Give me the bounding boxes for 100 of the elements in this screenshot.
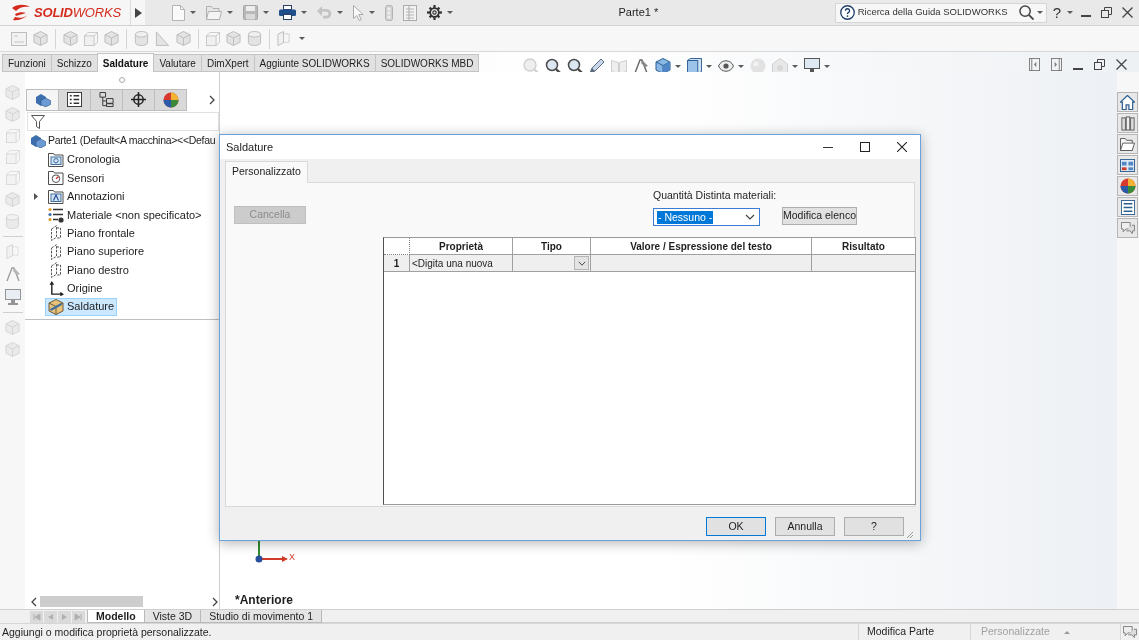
task-pane-tab[interactable] — [1117, 155, 1138, 175]
search-icon[interactable] — [1018, 5, 1034, 20]
scrollbar-thumb[interactable] — [40, 596, 143, 607]
magnifier-icon[interactable] — [567, 58, 583, 74]
panel-tab[interactable] — [58, 88, 91, 111]
dialog-button[interactable]: OK — [706, 517, 766, 536]
column-header[interactable]: Risultato — [812, 238, 916, 255]
tree-item[interactable]: Piano superiore — [45, 242, 148, 261]
task-pane-tab[interactable] — [1117, 218, 1138, 238]
dialog-button[interactable]: ? — [844, 517, 904, 536]
panel-tab[interactable] — [90, 88, 123, 111]
caret-icon[interactable] — [337, 11, 343, 14]
tree-item[interactable]: Piano destro — [45, 260, 132, 279]
tree-item[interactable]: Origine — [45, 279, 106, 298]
task-pane-tab[interactable] — [1117, 113, 1138, 133]
chevron-right-icon[interactable] — [209, 94, 215, 105]
tree-item[interactable]: Cronologia — [45, 150, 124, 169]
save-icon[interactable] — [243, 5, 258, 20]
grip-icon[interactable] — [119, 77, 125, 83]
compass-icon[interactable] — [4, 266, 21, 282]
table-cell[interactable] — [591, 255, 812, 272]
caret-icon[interactable] — [190, 11, 196, 14]
task-pane-tab[interactable] — [1117, 176, 1138, 196]
close-icon[interactable] — [1122, 7, 1133, 18]
caret-icon[interactable] — [824, 64, 830, 68]
tile-right-icon[interactable] — [1051, 58, 1062, 71]
caret-icon[interactable] — [301, 11, 307, 14]
restore-icon[interactable] — [1101, 7, 1112, 18]
panel-tab[interactable] — [154, 88, 187, 111]
task-pane-tab[interactable] — [1117, 197, 1138, 217]
caret-icon[interactable] — [738, 64, 744, 68]
document-list-icon[interactable] — [403, 4, 417, 21]
minimize-icon[interactable] — [1081, 14, 1091, 17]
compass-icon[interactable] — [633, 58, 649, 74]
type-dropdown[interactable] — [513, 255, 591, 272]
tree-item[interactable]: Sensori — [45, 168, 108, 187]
tree-item[interactable]: Materiale <non specificato> — [45, 205, 205, 224]
dialog-button[interactable]: Annulla — [775, 517, 835, 536]
caret-icon[interactable] — [706, 64, 712, 68]
model-tab[interactable]: Studio di movimento 1 — [200, 610, 323, 623]
chevron-left-icon[interactable] — [31, 596, 37, 607]
ribbon-tab[interactable]: Saldature — [96, 53, 155, 72]
caret-icon[interactable] — [447, 11, 453, 14]
dialog-tab[interactable]: Personalizzato — [225, 161, 308, 183]
search-field[interactable]: Ricerca della Guida SOLIDWORKS — [857, 5, 1016, 20]
caret-icon[interactable] — [675, 64, 681, 68]
restore-icon[interactable] — [1094, 59, 1105, 70]
column-header[interactable]: Valore / Espressione del testo — [591, 238, 812, 255]
search-box[interactable]: Ricerca della Guida SOLIDWORKS — [834, 2, 1047, 23]
panel-tab[interactable] — [122, 88, 155, 111]
caret-icon[interactable] — [792, 64, 798, 68]
folder-icon[interactable] — [206, 5, 222, 20]
view-palette-icon — [1120, 158, 1135, 172]
printer-icon[interactable] — [279, 5, 296, 20]
edit-list-button[interactable]: Modifica elenco — [782, 207, 857, 225]
minimize-icon[interactable] — [1073, 67, 1083, 70]
tree-item[interactable]: Piano frontale — [45, 224, 138, 243]
list-icon — [67, 92, 82, 107]
caret-icon[interactable] — [1036, 11, 1043, 14]
ribbon-tab[interactable]: Aggiunte SOLIDWORKS — [253, 54, 376, 72]
ribbon-tab[interactable]: DimXpert — [200, 54, 255, 72]
chevron-right-icon[interactable] — [212, 596, 218, 607]
chat-icon[interactable] — [1123, 625, 1137, 639]
model-tab[interactable]: Viste 3D — [143, 610, 202, 623]
task-pane-tab[interactable] — [1117, 134, 1138, 154]
caret-icon[interactable] — [227, 11, 233, 14]
table-cell[interactable]: <Digita una nuova — [410, 255, 513, 272]
crosshair-icon — [131, 92, 146, 107]
tree-item[interactable]: Saldature — [45, 297, 118, 316]
settings-icon[interactable] — [427, 5, 442, 20]
caret-up-icon[interactable] — [1063, 630, 1070, 634]
resize-grip-icon[interactable] — [906, 531, 914, 539]
caret-icon[interactable] — [263, 11, 269, 14]
caret-icon[interactable] — [1067, 11, 1073, 14]
expand-arrow-icon[interactable] — [34, 192, 38, 200]
column-header[interactable]: Tipo — [513, 238, 591, 255]
column-header[interactable]: Proprietà — [410, 238, 513, 255]
pointer-icon[interactable] — [353, 4, 364, 21]
tile-left-icon[interactable] — [1029, 58, 1040, 71]
monitor-icon[interactable] — [804, 58, 820, 74]
filter-field[interactable] — [27, 112, 219, 131]
ribbon-tab[interactable]: SOLIDWORKS MBD — [374, 54, 480, 72]
caret-icon[interactable] — [369, 11, 375, 14]
ribbon-tab[interactable]: Schizzo — [50, 54, 98, 72]
model-tab[interactable]: Modello — [87, 610, 145, 623]
eye-icon[interactable] — [718, 60, 734, 72]
dropdown-button[interactable] — [574, 256, 589, 270]
task-pane-tab[interactable] — [1117, 92, 1138, 112]
help-button[interactable]: ? — [1052, 5, 1061, 20]
quantity-dropdown[interactable]: - Nessuno - — [653, 208, 760, 226]
flyout-button[interactable] — [130, 0, 145, 25]
ribbon-tab[interactable]: Funzioni — [2, 54, 52, 72]
ribbon-tab[interactable]: Valutare — [153, 54, 202, 72]
tree-item[interactable]: Annotazioni — [45, 187, 128, 206]
table-cell[interactable] — [812, 255, 916, 272]
new-document-icon[interactable] — [172, 4, 185, 21]
caret-icon[interactable] — [299, 37, 305, 40]
close-icon[interactable] — [1116, 59, 1127, 70]
magnifier-icon[interactable] — [545, 58, 561, 74]
tree-item[interactable]: Parte1 (Default<A macchina><<Defau — [29, 132, 217, 151]
